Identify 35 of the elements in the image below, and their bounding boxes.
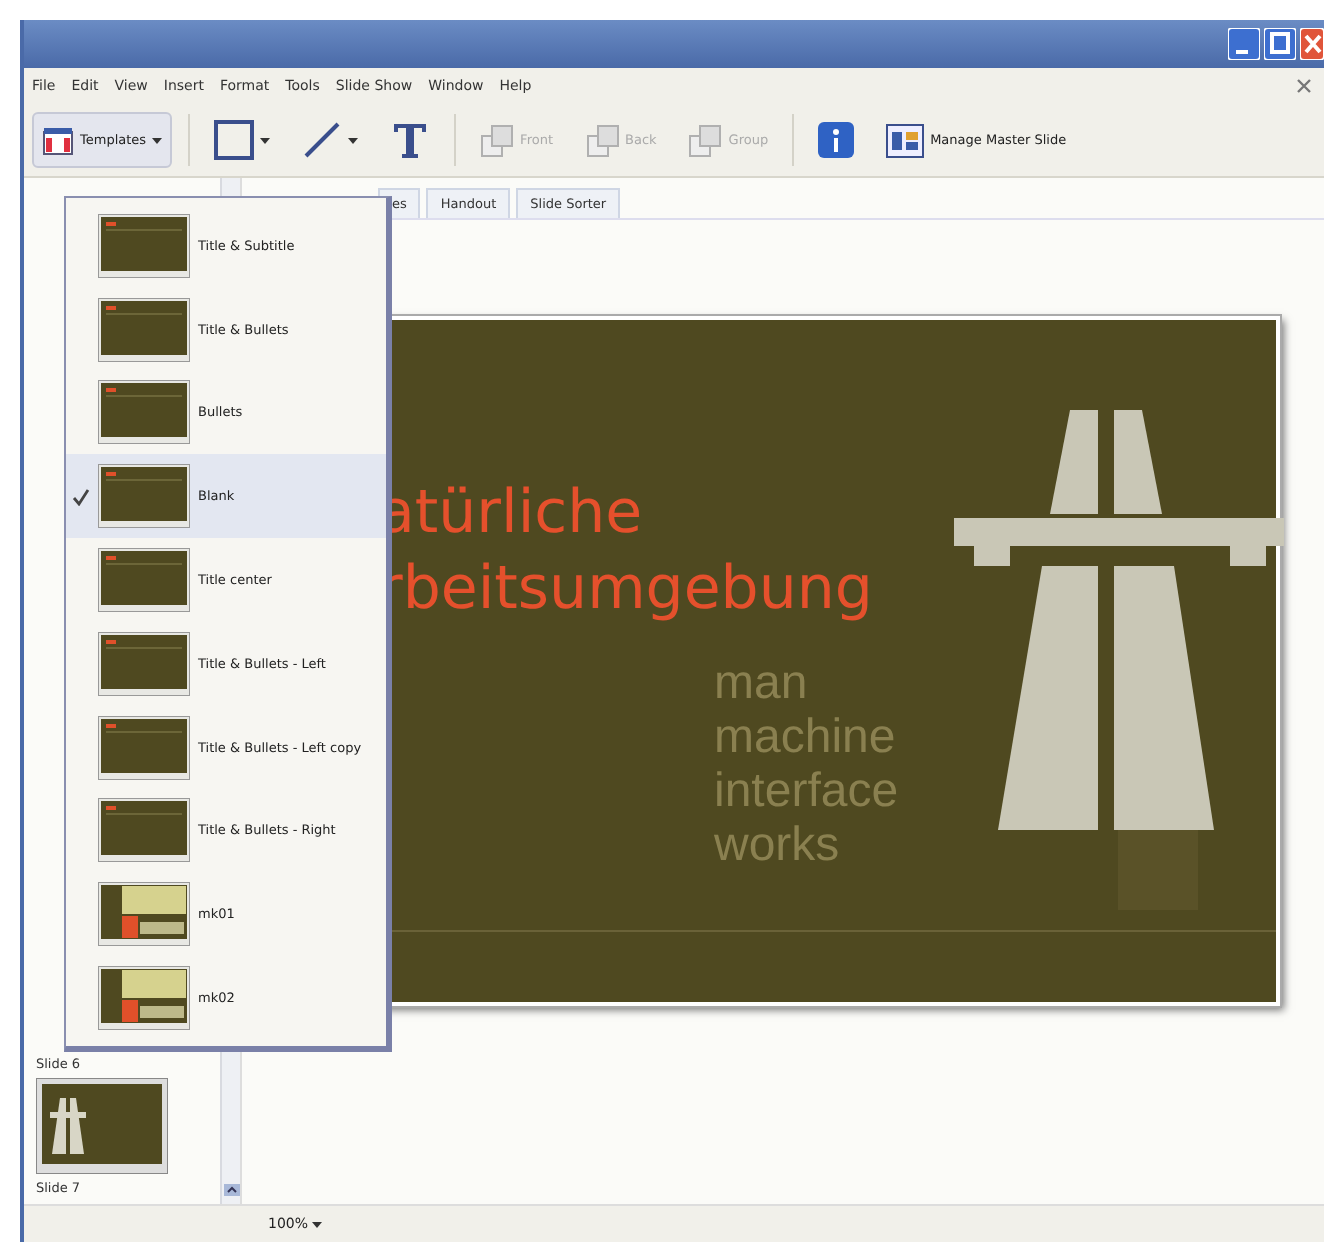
layout-thumbnail [98,380,190,445]
rect-icon [214,120,255,160]
background-word: works [714,818,840,872]
layout-thumbnail [98,213,190,278]
layout-thumbnail [98,966,190,1031]
layout-thumbnail [98,798,190,863]
background-word: interface [714,764,899,818]
layout-thumbnail [98,631,190,696]
scroll-up-icon[interactable] [223,1184,239,1196]
caret-icon [312,1221,323,1227]
minimize-icon[interactable] [1228,28,1260,60]
stacked-squares-icon [688,123,723,157]
layout-thumbnail [98,715,190,780]
slide-thumbnail[interactable] [36,1078,168,1174]
close-icon[interactable] [1296,78,1312,94]
layout-thumbnail [98,882,190,947]
layout-thumbnail [98,464,190,529]
background-word: man [714,656,808,710]
stacked-squares-icon [585,123,619,157]
caret-icon [348,137,359,143]
layout-thumbnail [98,548,190,613]
layout-icon [42,125,74,155]
check-icon [71,487,89,506]
caret-icon [260,137,271,143]
slide-title-line: rbeitsumgebung [378,552,873,628]
stacked-squares-icon [480,123,515,157]
background-word: machine [714,710,896,764]
info-icon [818,122,855,158]
text-icon [390,120,431,160]
square-shape [1118,830,1198,910]
line-icon [302,120,343,160]
slide-master-icon [886,123,925,157]
layout-thumbnail [98,297,190,362]
maximize-icon[interactable] [1264,28,1296,60]
caret-icon [152,137,163,143]
